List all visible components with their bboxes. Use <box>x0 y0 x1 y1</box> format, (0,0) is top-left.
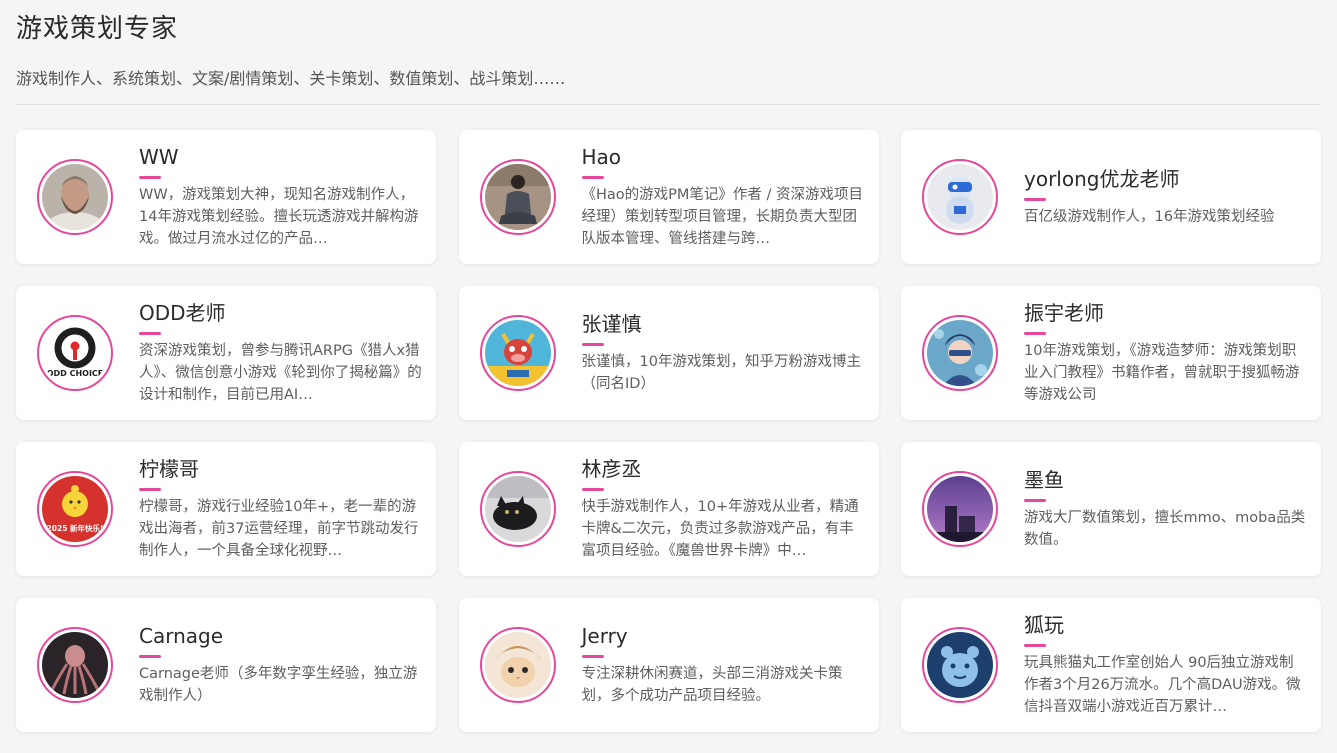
name-underline <box>139 488 161 491</box>
black-cat-photo <box>484 476 551 542</box>
cartoon-cow-figure <box>484 320 551 386</box>
expert-name: 张谨慎 <box>581 312 642 336</box>
expert-card[interactable]: ODD CHOICE ODD老师 资深游戏策划，曾参与腾讯ARPG《猎人x猎人》… <box>16 286 436 420</box>
name-underline <box>581 176 604 179</box>
expert-name: 振宇老师 <box>1024 301 1104 325</box>
name-underline <box>1024 644 1046 647</box>
expert-name: Carnage <box>139 624 224 648</box>
avatar <box>37 627 113 703</box>
name-underline <box>139 176 161 179</box>
avatar: 2025 新年快乐! <box>37 471 113 547</box>
expert-name: 狐玩 <box>1024 613 1064 637</box>
blue-bear-doodle <box>927 632 993 698</box>
avatar <box>922 627 998 703</box>
expert-card[interactable]: 墨鱼 游戏大厂数值策划，擅长mmo、moba品类数值。 <box>901 442 1321 576</box>
expert-desc: 《Hao的游戏PM笔记》作者 / 资深游戏项目经理）策划转型项目管理，长期负责大… <box>581 187 864 247</box>
name-underline <box>1024 198 1046 201</box>
expert-card[interactable]: 狐玩 玩具熊猫丸工作室创始人 90后独立游戏制作者3个月26万流水。几个高DAU… <box>901 598 1321 732</box>
expert-grid: WW WW，游戏策划大神，现知名游戏制作人，14年游戏策划经验。擅长玩透游戏并解… <box>16 130 1321 732</box>
name-underline <box>581 343 604 346</box>
page-subtitle: 游戏制作人、系统策划、文案/剧情策划、关卡策划、数值策划、战斗策划…… <box>16 69 566 88</box>
expert-name: yorlong优龙老师 <box>1024 167 1180 191</box>
expert-name: Jerry <box>581 624 628 648</box>
name-underline <box>581 655 604 658</box>
expert-name: 林彦丞 <box>581 457 642 481</box>
expert-card[interactable]: 张谨慎 张谨慎，10年游戏策划，知乎万粉游戏博主（同名ID） <box>458 286 879 420</box>
name-underline <box>139 332 161 335</box>
dark-octopus-art <box>42 632 108 698</box>
kitten-in-hat-photo <box>484 632 551 698</box>
expert-name: WW <box>139 145 179 169</box>
seated-person-photo <box>484 164 551 230</box>
expert-desc: WW，游戏策划大神，现知名游戏制作人，14年游戏策划经验。擅长玩透游戏并解构游戏… <box>139 187 419 247</box>
page-title: 游戏策划专家 <box>16 14 179 44</box>
expert-card[interactable]: Carnage Carnage老师（多年数字孪生经验，独立游戏制作人） <box>16 598 436 732</box>
name-underline <box>581 488 604 491</box>
avatar: ODD CHOICE <box>37 315 113 391</box>
page: 游戏策划专家 游戏制作人、系统策划、文案/剧情策划、关卡策划、数值策划、战斗策划… <box>0 0 1337 753</box>
header-divider <box>16 104 1321 105</box>
avatar <box>479 627 556 703</box>
expert-desc: 张谨慎，10年游戏策划，知乎万粉游戏博主（同名ID） <box>581 354 861 392</box>
chick-new-year-card: 2025 新年快乐! <box>42 476 108 542</box>
expert-card[interactable]: 2025 新年快乐! 柠檬哥 柠檬哥，游戏行业经验10年+，老一辈的游戏出海者，… <box>16 442 436 576</box>
expert-card[interactable]: 林彦丞 快手游戏制作人，10+年游戏从业者，精通卡牌&二次元，负责过多款游戏产品… <box>458 442 879 576</box>
expert-desc: 10年游戏策划，《游戏造梦师：游戏策划职业入门教程》书籍作者，曾就职于搜狐畅游等… <box>1024 343 1300 403</box>
expert-desc: 玩具熊猫丸工作室创始人 90后独立游戏制作者3个月26万流水。几个高DAU游戏。… <box>1024 655 1301 715</box>
toy-figure-photo <box>927 164 993 230</box>
expert-name: 墨鱼 <box>1024 468 1064 492</box>
new-year-text: 2025 新年快乐! <box>47 523 104 533</box>
avatar <box>479 471 556 547</box>
expert-card[interactable]: Hao 《Hao的游戏PM笔记》作者 / 资深游戏项目经理）策划转型项目管理，长… <box>458 130 879 264</box>
expert-desc: 资深游戏策划，曾参与腾讯ARPG《猎人x猎人》、微信创意小游戏《轮到你了揭秘篇》… <box>139 343 422 403</box>
odd-choice-logo: ODD CHOICE <box>42 320 108 386</box>
expert-name: Hao <box>581 145 622 169</box>
avatar <box>479 159 556 235</box>
expert-card[interactable]: Jerry 专注深耕休闲赛道，头部三消游戏关卡策划，多个成功产品项目经验。 <box>458 598 879 732</box>
expert-card[interactable]: yorlong优龙老师 百亿级游戏制作人，16年游戏策划经验 <box>901 130 1321 264</box>
name-underline <box>1024 332 1046 335</box>
expert-desc: 快手游戏制作人，10+年游戏从业者，精通卡牌&二次元，负责过多款游戏产品，有丰富… <box>581 499 859 559</box>
purple-sky-building <box>927 476 993 542</box>
name-underline <box>1024 499 1046 502</box>
expert-name: ODD老师 <box>139 301 226 325</box>
avatar <box>37 159 113 235</box>
expert-card[interactable]: WW WW，游戏策划大神，现知名游戏制作人，14年游戏策划经验。擅长玩透游戏并解… <box>16 130 436 264</box>
expert-desc: 百亿级游戏制作人，16年游戏策划经验 <box>1024 209 1275 225</box>
avatar <box>479 315 556 391</box>
expert-card[interactable]: 振宇老师 10年游戏策划，《游戏造梦师：游戏策划职业入门教程》书籍作者，曾就职于… <box>901 286 1321 420</box>
expert-desc: 专注深耕休闲赛道，头部三消游戏关卡策划，多个成功产品项目经验。 <box>581 666 843 704</box>
anime-boy-illustration <box>927 320 993 386</box>
odd-choice-text: ODD CHOICE <box>47 369 104 378</box>
avatar <box>922 471 998 547</box>
expert-desc: Carnage老师（多年数字孪生经验，独立游戏制作人） <box>139 666 418 704</box>
expert-name: 柠檬哥 <box>139 457 199 481</box>
avatar <box>922 159 998 235</box>
bearded-man-photo <box>42 164 108 230</box>
expert-desc: 柠檬哥，游戏行业经验10年+，老一辈的游戏出海者，前37运营经理，前字节跳动发行… <box>139 499 419 559</box>
avatar <box>922 315 998 391</box>
expert-desc: 游戏大厂数值策划，擅长mmo、moba品类数值。 <box>1024 510 1306 548</box>
name-underline <box>139 655 161 658</box>
